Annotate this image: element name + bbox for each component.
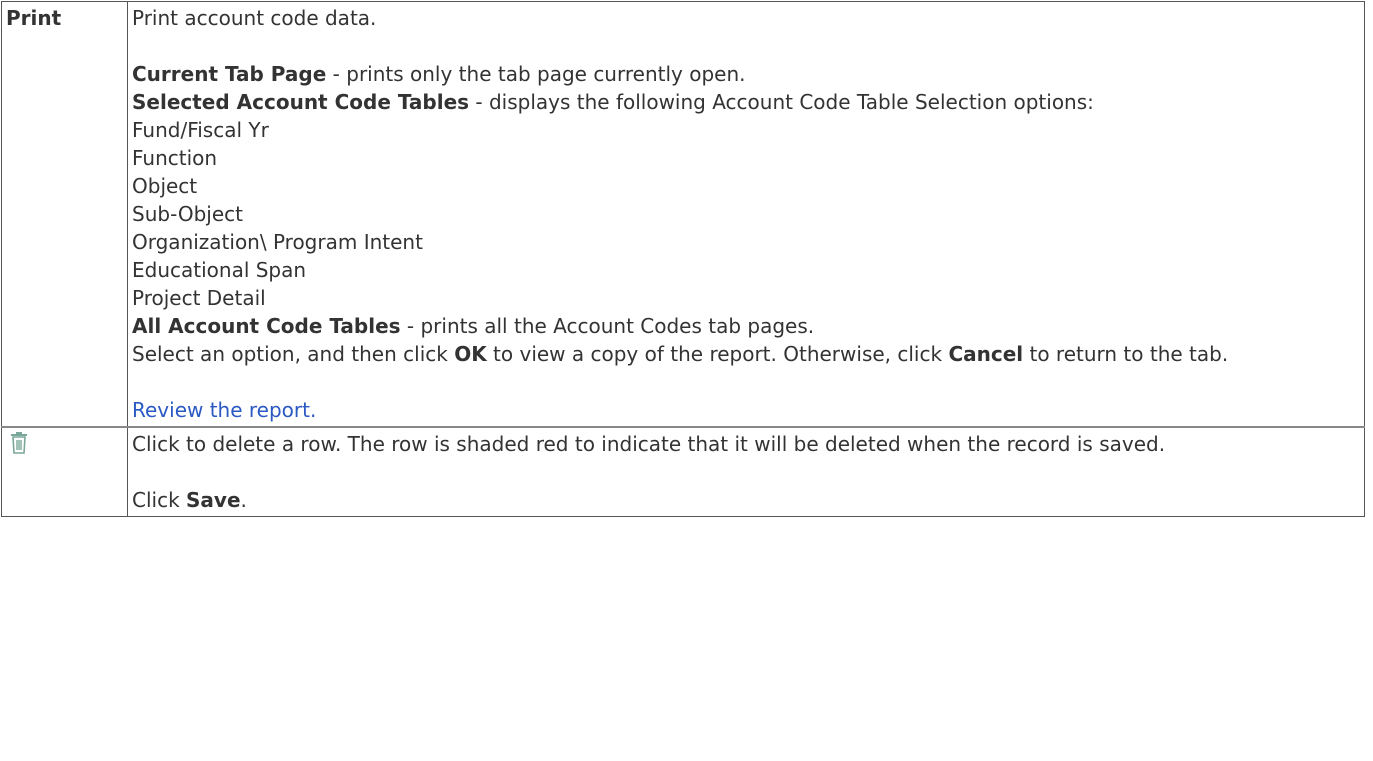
list-item: Project Detail (132, 286, 266, 310)
print-label: Print (6, 6, 62, 30)
save-label: Save (186, 488, 241, 512)
delete-key-cell (1, 426, 128, 517)
list-item: Function (132, 146, 218, 170)
cancel-label: Cancel (948, 342, 1024, 366)
review-report-link[interactable]: Review the report. (132, 398, 316, 422)
print-intro: Print account code data. (132, 6, 377, 30)
select-text-part2: to view a copy of the report. Otherwise,… (486, 342, 949, 366)
delete-description-cell: Click to delete a row. The row is shaded… (127, 426, 1365, 517)
print-description-cell: Print account code data. Current Tab Pag… (127, 1, 1365, 428)
delete-description: Click to delete a row. The row is shaded… (132, 432, 1166, 456)
option-current-tab-text: - prints only the tab page currently ope… (326, 62, 746, 86)
select-text-part3: to return to the tab. (1023, 342, 1229, 366)
select-instruction: Select an option, and then click OK to v… (132, 340, 1360, 368)
help-table: Print Print account code data. Current T… (1, 1, 1365, 517)
select-text-part1: Select an option, and then click (132, 342, 455, 366)
list-item: Fund/Fiscal Yr (132, 118, 269, 142)
option-all-tables: All Account Code Tables - prints all the… (132, 312, 1360, 340)
option-current-tab: Current Tab Page - prints only the tab p… (132, 60, 1360, 88)
trash-icon (11, 432, 27, 454)
click-suffix: . (240, 488, 247, 512)
option-selected-tables-text: - displays the following Account Code Ta… (469, 90, 1094, 114)
list-item: Organization\ Program Intent (132, 230, 423, 254)
click-prefix: Click (132, 488, 187, 512)
list-item: Object (132, 174, 198, 198)
list-item: Educational Span (132, 258, 307, 282)
table-row-print: Print Print account code data. Current T… (1, 1, 1365, 428)
option-selected-tables-label: Selected Account Code Tables (132, 90, 470, 114)
print-key-cell: Print (1, 1, 128, 428)
option-current-tab-label: Current Tab Page (132, 62, 327, 86)
option-selected-tables: Selected Account Code Tables - displays … (132, 88, 1360, 116)
ok-label: OK (454, 342, 487, 366)
option-all-tables-text: - prints all the Account Codes tab pages… (400, 314, 815, 338)
table-row-delete: Click to delete a row. The row is shaded… (1, 426, 1365, 517)
list-item: Sub-Object (132, 202, 243, 226)
option-all-tables-label: All Account Code Tables (132, 314, 401, 338)
save-instruction: Click Save. (132, 486, 1360, 514)
